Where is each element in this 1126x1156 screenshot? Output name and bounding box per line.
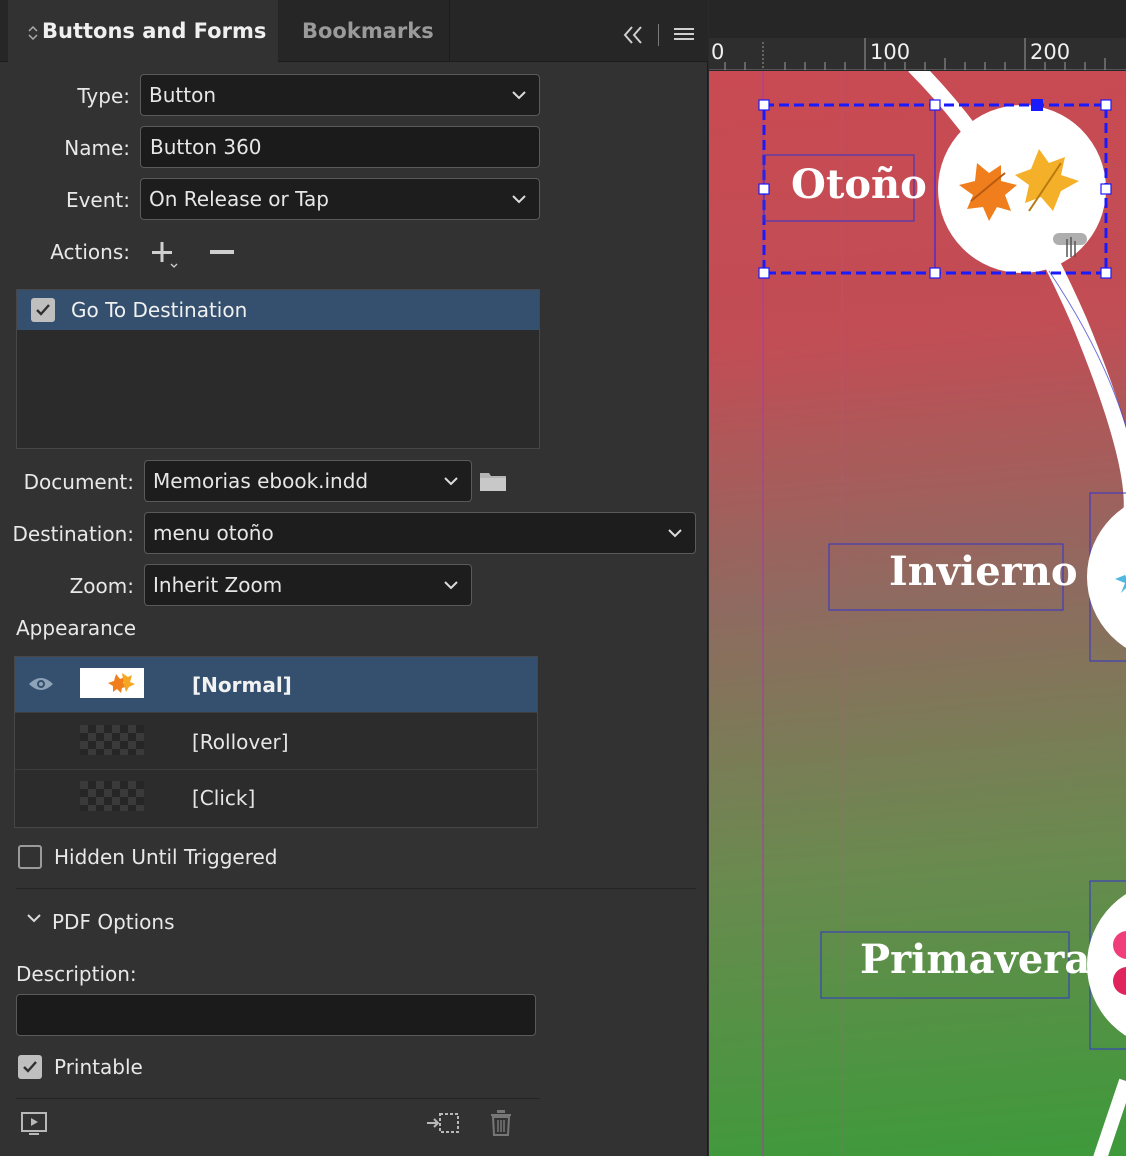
printable-label: Printable — [54, 1055, 143, 1079]
state-label: [Rollover] — [192, 730, 289, 754]
chevron-down-icon — [512, 91, 526, 100]
type-label: Type: — [77, 84, 130, 108]
tab-bar-divider — [658, 24, 659, 46]
hidden-until-triggered-label: Hidden Until Triggered — [54, 845, 278, 869]
state-row-click[interactable]: [Click] — [15, 770, 537, 826]
zoom-select[interactable]: Inherit Zoom — [144, 564, 472, 606]
panel-resize-icon[interactable] — [28, 26, 38, 40]
type-value: Button — [149, 83, 216, 107]
list-item[interactable]: Go To Destination — [17, 290, 539, 330]
document-select[interactable]: Memorias ebook.indd — [144, 460, 472, 502]
destination-label: Destination: — [12, 522, 134, 546]
chevron-down-icon[interactable] — [26, 913, 42, 923]
state-row-normal[interactable]: [Normal] — [15, 657, 537, 713]
description-label: Description: — [16, 962, 137, 986]
horizontal-ruler: 0 100 200 — [709, 38, 1126, 70]
tab-buttons-and-forms[interactable]: Buttons and Forms — [8, 0, 278, 62]
season-label-otono[interactable]: Otoño — [791, 161, 927, 208]
checkmark-icon — [36, 304, 50, 316]
document-canvas[interactable]: 0 100 200 Otoño Invierno Primavera — [709, 0, 1126, 1156]
actions-label: Actions: — [50, 240, 130, 264]
name-label: Name: — [64, 136, 130, 160]
remove-action-icon[interactable] — [210, 250, 234, 254]
preview-icon[interactable] — [20, 1111, 48, 1137]
chevron-down-icon — [512, 195, 526, 204]
tab-label: Bookmarks — [302, 19, 434, 43]
divider — [16, 888, 696, 889]
ruler-label: 100 — [870, 40, 911, 64]
tab-label: Buttons and Forms — [42, 19, 267, 43]
document-label: Document: — [23, 470, 134, 494]
ruler-label: 0 — [711, 40, 725, 64]
actions-list: Go To Destination — [16, 289, 540, 449]
tab-bookmarks[interactable]: Bookmarks — [278, 0, 450, 62]
state-thumbnail — [80, 668, 144, 698]
buttons-and-forms-panel: Buttons and Forms Bookmarks Type: Button… — [0, 0, 708, 1156]
eye-icon[interactable] — [28, 676, 54, 692]
printable-checkbox[interactable] — [18, 1055, 42, 1079]
document-value: Memorias ebook.indd — [153, 469, 369, 493]
event-label: Event: — [65, 188, 130, 212]
description-input[interactable] — [16, 994, 536, 1036]
pdf-options-heading[interactable]: PDF Options — [52, 910, 175, 934]
name-value: Button 360 — [150, 135, 262, 159]
season-label-primavera[interactable]: Primavera — [860, 936, 1090, 983]
zoom-label: Zoom: — [69, 574, 134, 598]
chevron-down-icon — [668, 529, 682, 538]
chevron-down-icon — [444, 581, 458, 590]
state-thumbnail — [80, 725, 144, 755]
divider — [16, 1098, 540, 1099]
type-select[interactable]: Button — [140, 74, 540, 116]
add-action-icon[interactable] — [150, 240, 178, 268]
panel-tab-bar: Buttons and Forms Bookmarks — [0, 0, 708, 62]
leaves-icon — [108, 673, 135, 693]
state-label: [Normal] — [192, 673, 292, 697]
state-thumbnail — [80, 781, 144, 811]
event-select[interactable]: On Release or Tap — [140, 178, 540, 220]
checkmark-icon — [23, 1061, 37, 1073]
hidden-until-triggered-checkbox[interactable] — [18, 845, 42, 869]
name-input[interactable]: Button 360 — [140, 126, 540, 168]
state-label: [Click] — [192, 786, 256, 810]
document-page[interactable]: Otoño Invierno Primavera — [709, 71, 1126, 1156]
appearance-states-list: [Normal] [Rollover] [Click] — [14, 656, 538, 828]
appearance-heading: Appearance — [16, 616, 137, 640]
folder-icon[interactable] — [479, 470, 507, 492]
collapse-panel-icon[interactable] — [620, 22, 648, 48]
panel-menu-icon[interactable] — [672, 24, 696, 46]
zoom-value: Inherit Zoom — [153, 573, 283, 597]
convert-to-object-icon[interactable] — [425, 1111, 461, 1137]
action-label: Go To Destination — [71, 298, 248, 322]
season-label-invierno[interactable]: Invierno — [889, 548, 1078, 595]
chevron-down-icon — [444, 477, 458, 486]
page-artwork — [758, 71, 1126, 1156]
action-checkbox[interactable] — [31, 298, 55, 322]
ruler-label: 200 — [1030, 40, 1071, 64]
state-row-rollover[interactable]: [Rollover] — [15, 714, 537, 770]
trash-icon[interactable] — [489, 1109, 513, 1137]
destination-select[interactable]: menu otoño — [144, 512, 696, 554]
destination-value: menu otoño — [153, 521, 274, 545]
event-value: On Release or Tap — [149, 187, 329, 211]
